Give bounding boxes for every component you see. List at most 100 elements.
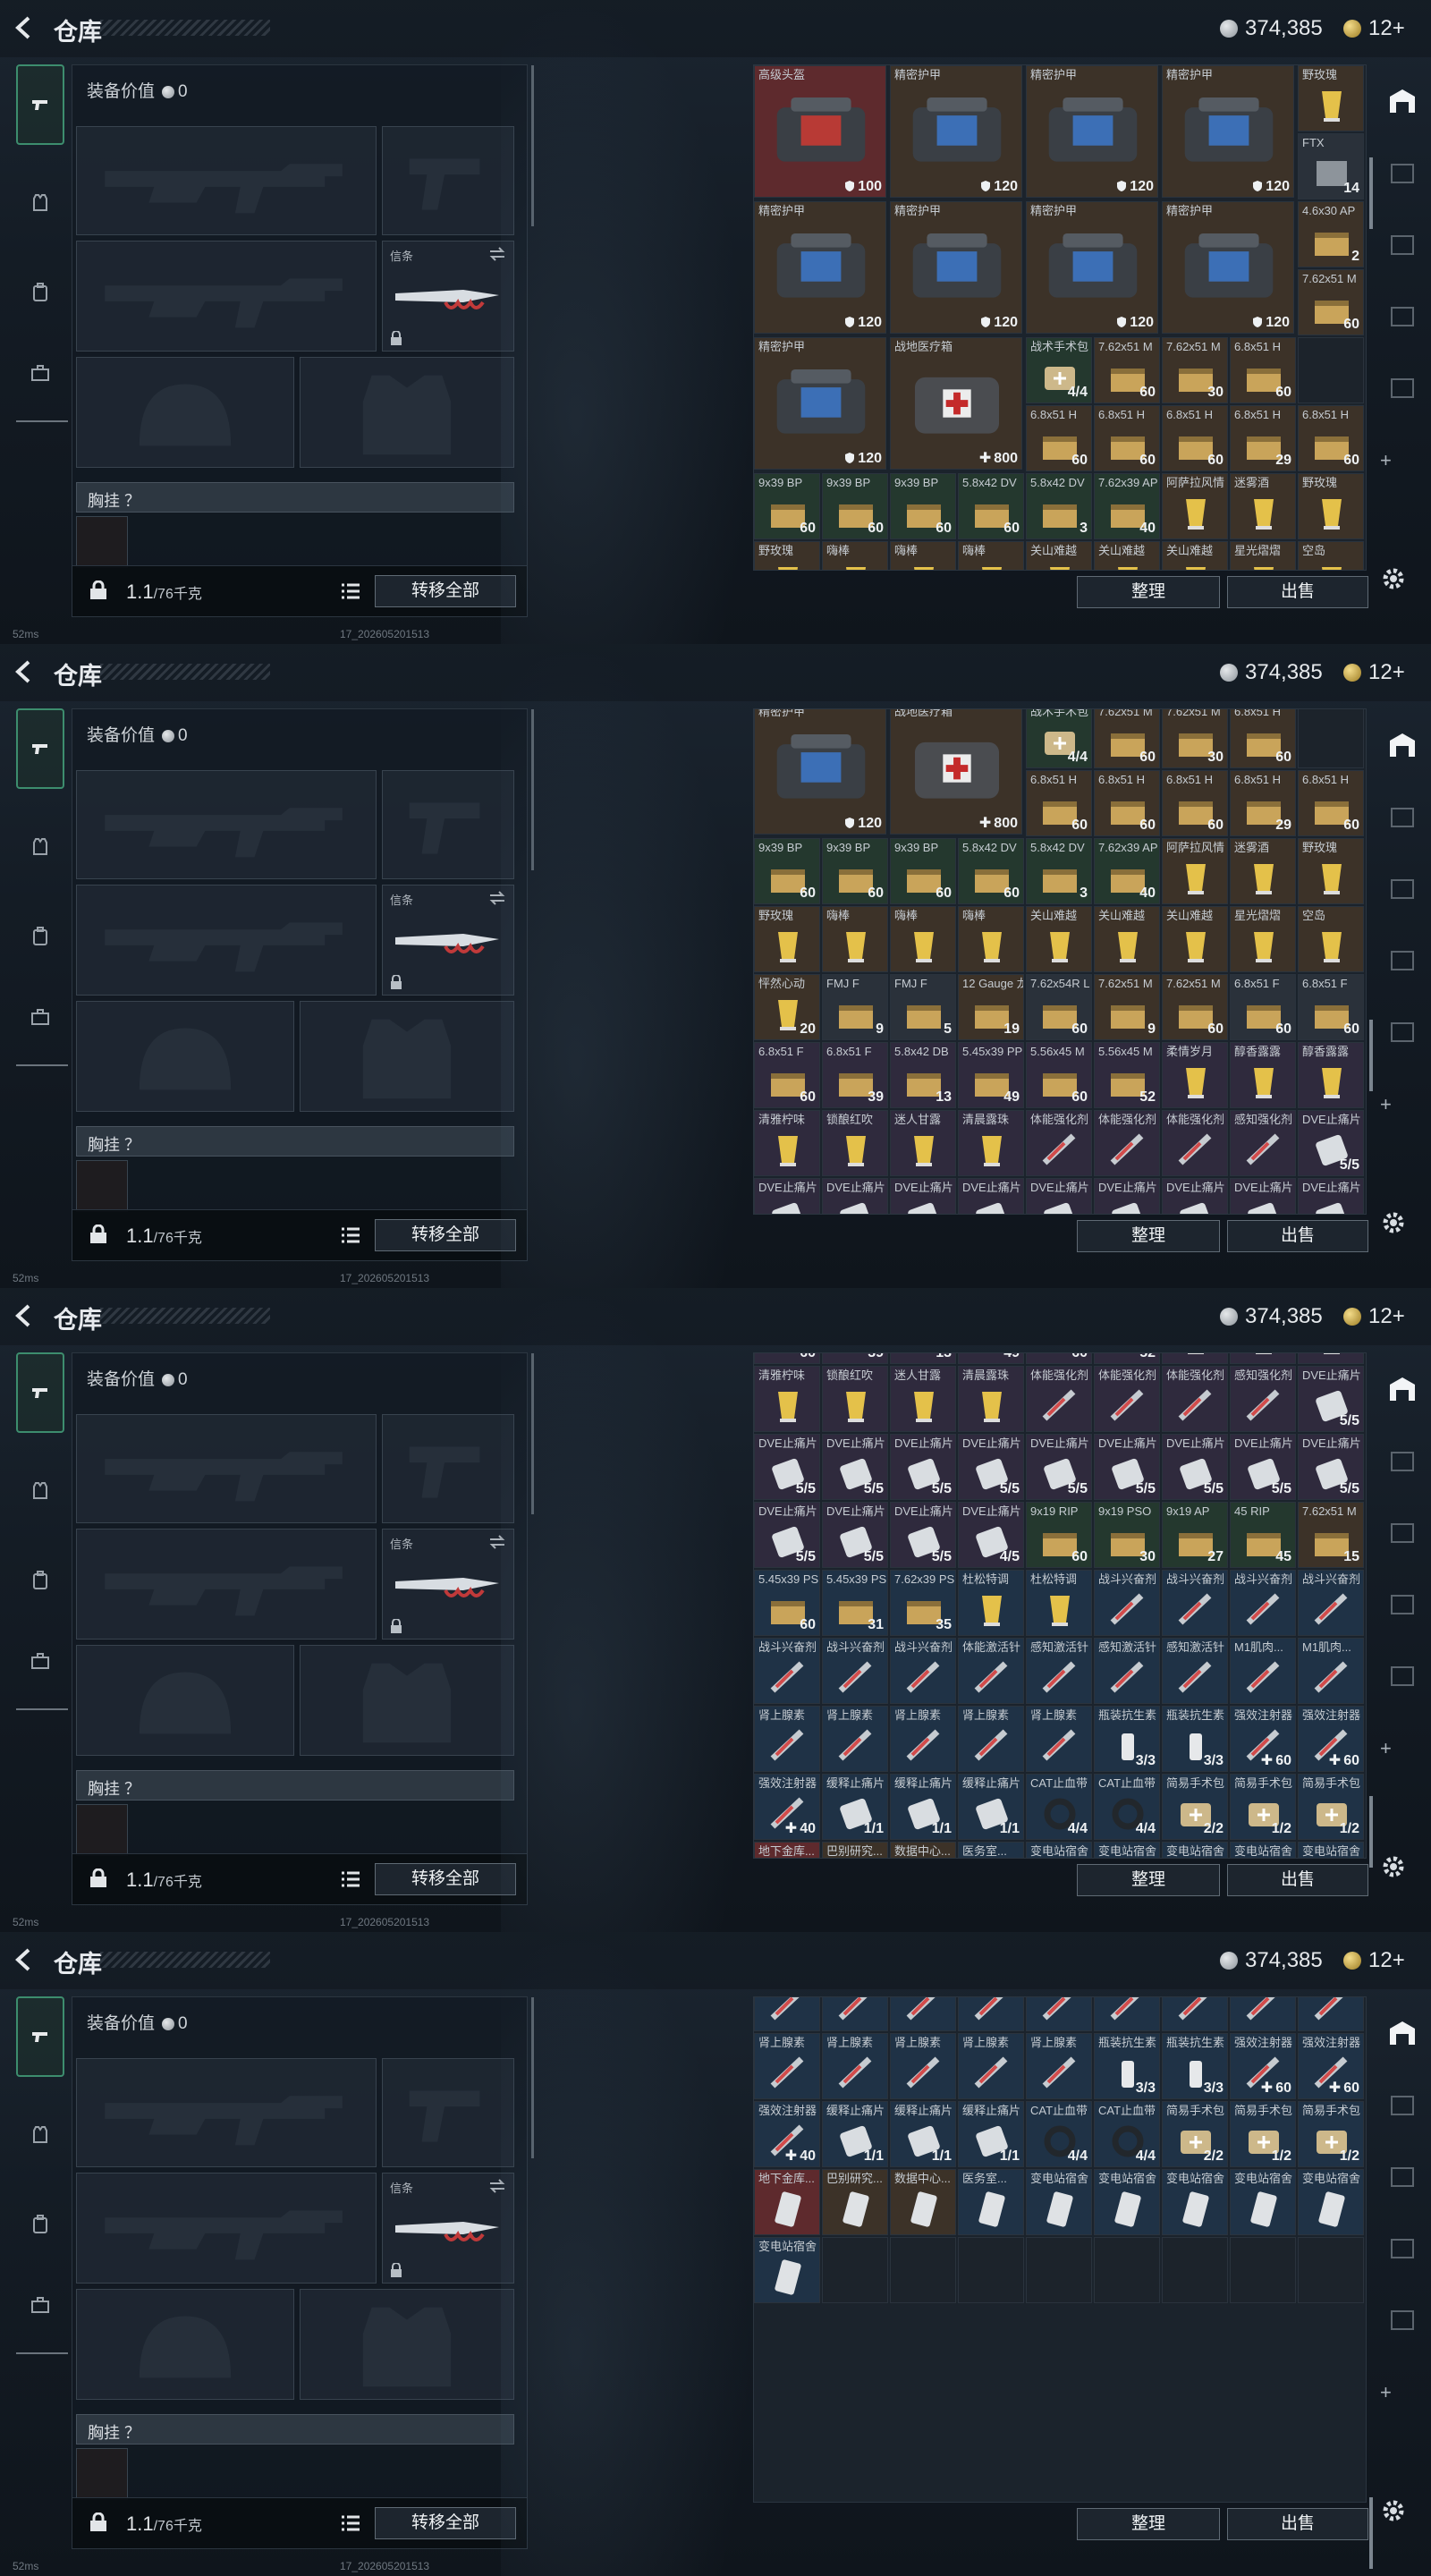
- stash-item[interactable]: 战斗兴奋剂: [1094, 1570, 1160, 1636]
- stash-item[interactable]: 战斗兴奋剂: [822, 1997, 888, 2031]
- stash-item[interactable]: 感知激活针: [1162, 1997, 1228, 2031]
- stash-item[interactable]: FMJ F 5: [890, 974, 956, 1040]
- stash-item[interactable]: 5.8x42 DB13: [890, 1042, 956, 1108]
- stash-item[interactable]: DVE止痛片5/5: [958, 1434, 1024, 1500]
- stash-item[interactable]: 精密护甲 120: [1162, 65, 1294, 198]
- tab-backpack[interactable]: [16, 1540, 64, 1621]
- stash-item[interactable]: 迷雾酒: [1230, 838, 1296, 904]
- helmet-slot[interactable]: [76, 357, 294, 468]
- primary-weapon-slot[interactable]: [76, 126, 377, 235]
- stash-item[interactable]: 战斗兴奋剂: [890, 1638, 956, 1704]
- stash-item[interactable]: 5.8x42 DV 3: [1026, 838, 1092, 904]
- stash-item[interactable]: 关山难越: [1094, 906, 1160, 972]
- chest-rig-header[interactable]: 胸挂 ？: [76, 482, 514, 513]
- stash-item[interactable]: 简易手术包 1/2: [1230, 2101, 1296, 2167]
- melee-slot[interactable]: 信条: [382, 885, 514, 996]
- stash-item[interactable]: CAT止血带 4/4: [1094, 1774, 1160, 1840]
- stash-item[interactable]: 变电站宿舍: [1026, 2169, 1092, 2235]
- tab-main-stash[interactable]: [1386, 730, 1418, 762]
- empty-grid-cell[interactable]: [1162, 2237, 1228, 2303]
- stash-item[interactable]: DVE止痛片5/5: [1162, 1434, 1228, 1500]
- body-armor-slot[interactable]: [300, 2289, 514, 2400]
- stash-item[interactable]: 6.8x51 H 60: [1230, 337, 1296, 403]
- stash-item[interactable]: 精密护甲 120: [754, 337, 886, 470]
- tab-armor[interactable]: [16, 2095, 64, 2175]
- stash-item[interactable]: 9x39 BP 60: [890, 473, 956, 539]
- stash-item[interactable]: 空岛: [1298, 906, 1364, 972]
- stash-item[interactable]: DVE止痛片5/5: [1094, 1434, 1160, 1500]
- stash-item[interactable]: 杜松特调: [1026, 1570, 1092, 1636]
- chest-rig-slot[interactable]: [76, 1804, 128, 1856]
- stash-item[interactable]: DVE止痛片5/5: [1230, 1178, 1296, 1214]
- stash-item[interactable]: 体能强化剂: [1026, 1110, 1092, 1176]
- stash-item[interactable]: 迷人甘露: [890, 1366, 956, 1432]
- pistol-slot[interactable]: [382, 126, 514, 235]
- chest-rig-slot[interactable]: [76, 2448, 128, 2500]
- gold-currency[interactable]: 12+: [1343, 1948, 1405, 1973]
- stash-item[interactable]: 关山难越: [1026, 541, 1092, 570]
- tab-weapons[interactable]: [16, 1352, 64, 1433]
- melee-slot[interactable]: 信条: [382, 241, 514, 352]
- settings-button[interactable]: [1380, 1853, 1407, 1880]
- stash-item[interactable]: DVE止痛片5/5: [822, 1178, 888, 1214]
- stash-item[interactable]: 缓释止痛片 1/1: [958, 1774, 1024, 1840]
- stash-item[interactable]: 精密护甲 120: [754, 201, 886, 334]
- stash-item[interactable]: 6.8x51 H 60: [1298, 405, 1364, 471]
- tab-stash-5[interactable]: [1386, 372, 1418, 404]
- primary-weapon-slot[interactable]: [76, 1414, 377, 1523]
- stash-item[interactable]: 缓释止痛片 1/1: [890, 2101, 956, 2167]
- stash-item[interactable]: 战地医疗箱 ✚ 800: [890, 709, 1022, 835]
- transfer-all-button[interactable]: 转移全部: [375, 575, 516, 607]
- pistol-slot[interactable]: [382, 1414, 514, 1523]
- stash-item[interactable]: 嗨棒: [958, 541, 1024, 570]
- tab-stash-3[interactable]: [1386, 873, 1418, 905]
- stash-item[interactable]: DVE止痛片5/5: [890, 1434, 956, 1500]
- gold-currency[interactable]: 12+: [1343, 16, 1405, 41]
- stash-item[interactable]: 野玫瑰: [754, 906, 820, 972]
- stash-item[interactable]: 地下金库...: [754, 1842, 820, 1858]
- stash-item[interactable]: 感知激活针: [1026, 1997, 1092, 2031]
- stash-item[interactable]: 变电站宿舍: [1162, 1842, 1228, 1858]
- chest-rig-slot[interactable]: [76, 1160, 128, 1212]
- stash-item[interactable]: 精密护甲 120: [1026, 201, 1158, 334]
- stash-item[interactable]: 5.8x42 DB13: [890, 1353, 956, 1364]
- stash-item[interactable]: DVE止痛片5/5: [1026, 1178, 1092, 1214]
- stash-item[interactable]: M1肌肉...: [1230, 1997, 1296, 2031]
- stash-item[interactable]: 肾上腺素: [754, 1706, 820, 1772]
- stash-item[interactable]: 5.8x42 DV 3: [1026, 473, 1092, 539]
- stash-item[interactable]: DVE止痛片5/5: [822, 1434, 888, 1500]
- stash-item[interactable]: 5.8x42 DV 60: [958, 838, 1024, 904]
- tab-stash-2[interactable]: [1386, 1445, 1418, 1478]
- stash-item[interactable]: 简易手术包 1/2: [1230, 1774, 1296, 1840]
- stash-item[interactable]: 关山难越: [1094, 541, 1160, 570]
- stash-item[interactable]: 醇香露露: [1298, 1353, 1364, 1364]
- stash-item[interactable]: 战斗兴奋剂: [754, 1638, 820, 1704]
- stash-item[interactable]: 体能激活针: [958, 1997, 1024, 2031]
- stash-item[interactable]: 精密护甲 120: [1162, 201, 1294, 334]
- stash-item[interactable]: 醇香露露: [1230, 1042, 1296, 1108]
- pistol-slot[interactable]: [382, 770, 514, 879]
- empty-grid-cell[interactable]: [1298, 2237, 1364, 2303]
- stash-item[interactable]: 战斗兴奋剂: [754, 1997, 820, 2031]
- stash-item[interactable]: 感知激活针: [1094, 1638, 1160, 1704]
- stash-item[interactable]: 6.8x51 F 60: [1230, 974, 1296, 1040]
- empty-grid-cell[interactable]: [958, 2237, 1024, 2303]
- stash-item[interactable]: 简易手术包 2/2: [1162, 1774, 1228, 1840]
- stash-item[interactable]: 7.62x51 M 30: [1162, 709, 1228, 768]
- stash-item[interactable]: 缓释止痛片 1/1: [822, 1774, 888, 1840]
- gold-currency[interactable]: 12+: [1343, 1304, 1405, 1329]
- stash-item[interactable]: 6.8x51 H 60: [1298, 770, 1364, 836]
- stash-item[interactable]: 5.45x39 PP 49: [958, 1042, 1024, 1108]
- stash-item[interactable]: DVE止痛片5/5: [1094, 1178, 1160, 1214]
- settings-button[interactable]: [1380, 565, 1407, 592]
- stash-item[interactable]: 6.8x51 H 60: [1026, 405, 1092, 471]
- tab-backpack[interactable]: [16, 252, 64, 333]
- stash-item[interactable]: 5.8x42 DV 60: [958, 473, 1024, 539]
- stash-item[interactable]: 野玫瑰: [1298, 65, 1364, 131]
- back-button[interactable]: [9, 13, 39, 43]
- stash-item[interactable]: DVE止痛片5/5: [890, 1178, 956, 1214]
- tab-stash-5[interactable]: [1386, 1016, 1418, 1048]
- stash-item[interactable]: 6.8x51 H 60: [1162, 770, 1228, 836]
- silver-currency[interactable]: 374,385: [1220, 1304, 1323, 1329]
- stash-item[interactable]: DVE止痛片5/5: [958, 1178, 1024, 1214]
